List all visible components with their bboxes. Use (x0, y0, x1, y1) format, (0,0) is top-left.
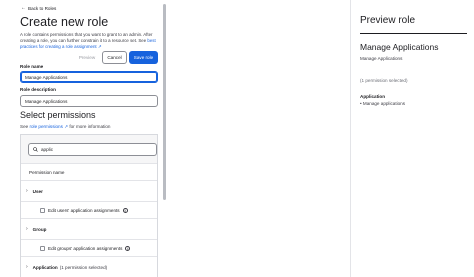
role-name-input[interactable]: Manage Applications (20, 71, 158, 83)
permission-label: Edit users' application assignments (48, 207, 120, 213)
role-description-label: Role description (20, 87, 56, 92)
arrow-left-icon: ← (21, 5, 26, 11)
permission-checkbox[interactable] (40, 207, 45, 213)
column-header-label: Permission name (29, 169, 65, 175)
search-icon (33, 147, 38, 152)
permission-checkbox[interactable] (40, 245, 45, 251)
chevron-right-icon: › (26, 226, 28, 232)
back-link-label: Back to Roles (28, 5, 57, 11)
divider (360, 33, 467, 34)
preview-section-title: Application (360, 94, 386, 99)
group-row-user[interactable]: › User (21, 180, 157, 201)
cancel-button[interactable]: Cancel (102, 51, 127, 64)
role-description-input[interactable]: Manage Applications (20, 95, 158, 107)
back-to-roles-link[interactable]: ← Back to Roles (21, 5, 56, 11)
group-label-user: User (32, 188, 43, 194)
permissions-table: applic Permission name › User Edit users… (20, 134, 158, 277)
preview-panel: Preview role Manage Applications Manage … (350, 0, 474, 277)
form-description: A role contains permissions that you wan… (20, 32, 160, 50)
permission-row: Edit groups' application assignments i (21, 239, 157, 256)
info-icon[interactable]: i (125, 245, 131, 251)
role-name-label: Role name (20, 64, 44, 69)
save-role-button[interactable]: Save role (129, 51, 158, 64)
create-role-form: ← Back to Roles Create new role A role c… (0, 0, 162, 277)
group-row-application[interactable]: › Application (1 permission selected) (21, 256, 157, 277)
role-permissions-link[interactable]: role permissions ↗ (29, 124, 68, 129)
page-title: Create new role (20, 15, 109, 29)
preview-permission-count: (1 permission selected) (360, 78, 408, 83)
scrollbar[interactable] (163, 4, 166, 200)
group-label-application: Application (32, 264, 58, 270)
selected-count: (1 permission selected) (59, 264, 108, 270)
role-permissions-hint: See role permissions ↗ for more informat… (20, 124, 111, 129)
search-value: applic (41, 147, 54, 152)
external-link-icon: ↗ (97, 44, 102, 49)
permission-label: Edit groups' application assignments (48, 245, 123, 251)
permission-row: Edit users' application assignments i (21, 201, 157, 218)
chevron-right-icon: › (26, 264, 28, 270)
preview-role-description: Manage Applications (360, 56, 403, 61)
select-permissions-heading: Select permissions (20, 110, 96, 120)
chevron-right-icon: › (26, 188, 28, 194)
preview-button[interactable]: Preview (75, 51, 99, 64)
info-icon[interactable]: i (122, 207, 128, 213)
preview-role-name: Manage Applications (360, 42, 439, 52)
preview-permission-item: • Manage applications (360, 101, 406, 106)
description-text: A role contains permissions that you wan… (20, 32, 153, 43)
group-label-group: Group (32, 226, 47, 232)
external-link-icon: ↗ (64, 124, 69, 129)
permission-column-header: Permission name (21, 163, 157, 180)
permission-search-input[interactable]: applic (28, 143, 157, 156)
preview-title: Preview role (360, 15, 416, 26)
group-row-group[interactable]: › Group (21, 218, 157, 239)
